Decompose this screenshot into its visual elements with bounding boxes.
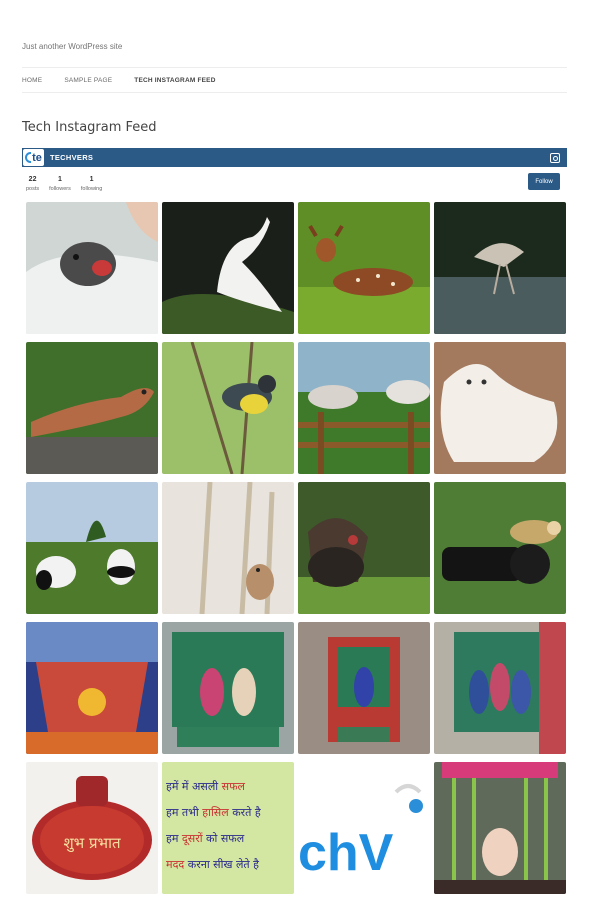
instagram-username[interactable]: TECHVERS [50,153,93,162]
photo-techvers-logo[interactable]: chV [298,762,430,894]
profile-stats: 22 posts 1 followers 1 following [26,176,102,192]
photo-temple-decor[interactable] [434,762,566,894]
photo-fawn-deer[interactable] [298,202,430,334]
photo-temple-shrine-red[interactable] [298,622,430,754]
photo-heron-water[interactable] [434,202,566,334]
techvers-logo-text: chV [298,824,394,882]
main-nav: HOME SAMPLE PAGE TECH INSTAGRAM FEED [22,67,567,93]
stat-following-value: 1 [89,176,94,183]
stat-posts-value: 22 [28,176,37,183]
photo-warbler-bird[interactable] [162,342,294,474]
stat-following: 1 following [81,176,102,192]
photo-lizard[interactable] [26,342,158,474]
stat-posts-label: posts [26,186,40,192]
page-title: Tech Instagram Feed [22,120,157,135]
stat-following-label: following [80,186,103,192]
stat-followers-label: followers [49,186,71,192]
stat-followers: 1 followers [49,176,71,192]
photo-turkey[interactable] [298,482,430,614]
photo-white-lion[interactable] [434,342,566,474]
avatar[interactable]: te [23,149,44,166]
photo-mouse-wheat[interactable] [162,482,294,614]
svg-text:हम तभी हासिल करते है: हम तभी हासिल करते है [166,806,261,819]
photo-white-egret[interactable] [162,202,294,334]
photo-temple-shrine-deities[interactable] [434,622,566,754]
stat-followers-value: 1 [58,176,62,183]
svg-text:मदद करना सीख लेते है: मदद करना सीख लेते है [166,858,259,871]
photo-pandas[interactable] [26,482,158,614]
photo-hindi-quote[interactable]: हमें में असली सफल हम तभी हासिल करते है हम … [162,762,294,894]
photo-bird-chick[interactable] [26,202,158,334]
photo-horses-fence[interactable] [298,342,430,474]
photo-temple-shrine-blue[interactable] [26,622,158,754]
photo-temple-shrine-green[interactable] [162,622,294,754]
svg-text:हम दूसरों को सफल: हम दूसरों को सफल [166,832,245,846]
nav-tech-instagram-feed[interactable]: TECH INSTAGRAM FEED [134,77,215,84]
site-tagline: Just another WordPress site [22,42,123,51]
photo-puja-thali[interactable]: शुभ प्रभात [26,762,158,894]
follow-button[interactable]: Follow [528,173,560,190]
instagram-header: te TECHVERS [22,148,567,167]
nav-home[interactable]: HOME [22,77,42,84]
puja-thali-text: शुभ प्रभात [63,834,120,853]
instagram-icon[interactable] [550,152,560,163]
nav-sample-page[interactable]: SAMPLE PAGE [64,77,112,84]
photo-monkey-camera[interactable] [434,482,566,614]
svg-text:हमें में असली सफल: हमें में असली सफल [166,780,246,793]
photo-grid: शुभ प्रभात हमें में असली सफल हम तभी हासिल… [26,202,566,894]
stat-posts: 22 posts [26,176,39,192]
